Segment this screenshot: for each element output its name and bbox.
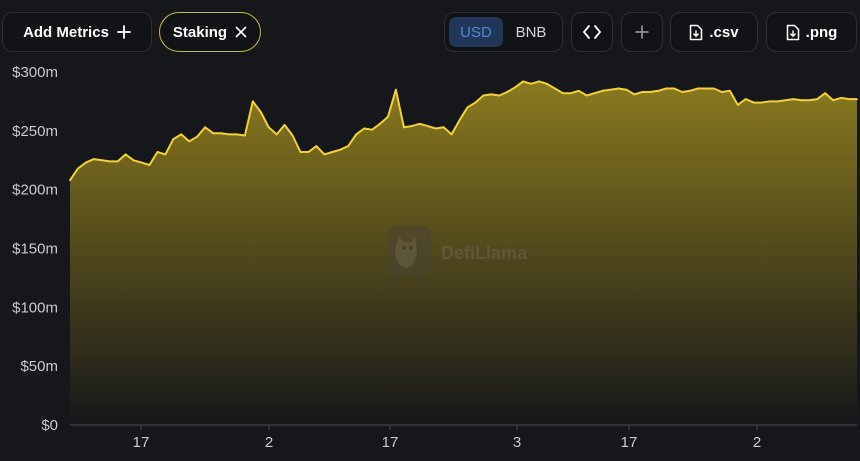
y-tick-label: $200m <box>12 182 58 199</box>
x-tick-label: 2 <box>265 434 273 451</box>
x-tick-label: 17 <box>382 434 399 451</box>
y-axis: $0 $50m $100m $150m $200m $250m $300m <box>12 64 58 434</box>
y-tick-label: $250m <box>12 123 58 140</box>
y-tick-label: $100m <box>12 299 58 316</box>
x-axis: 17 2 17 3 17 2 <box>133 425 761 451</box>
y-tick-label: $300m <box>12 64 58 81</box>
x-tick-label: 17 <box>133 434 150 451</box>
y-tick-label: $0 <box>41 417 58 434</box>
x-tick-label: 3 <box>513 434 521 451</box>
x-tick-label: 17 <box>621 434 638 451</box>
y-tick-label: $150m <box>12 241 58 258</box>
watermark-text: DefiLlama <box>441 243 528 263</box>
llama-logo-icon <box>387 226 431 276</box>
staking-area-chart: $0$50m$100m$150m$200m$250m$300m 17 2 17 3 17… <box>12 64 858 451</box>
x-tick-label: 2 <box>753 434 761 451</box>
y-tick-label: $50m <box>20 358 58 375</box>
